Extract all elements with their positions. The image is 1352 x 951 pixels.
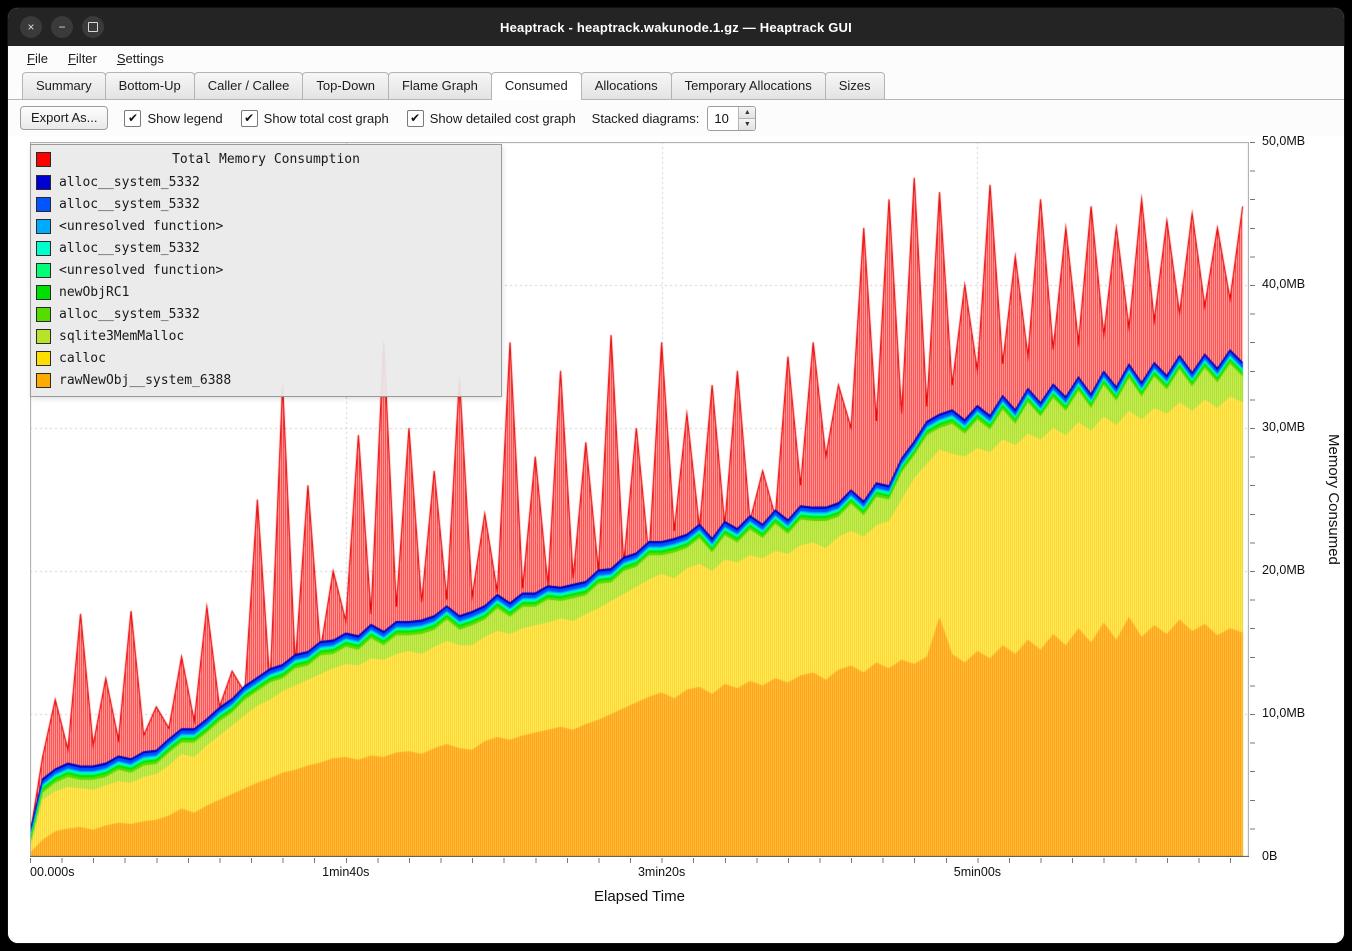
legend-entry-label: <unresolved function>	[59, 263, 223, 278]
menu-settings[interactable]: Settings	[108, 48, 173, 69]
legend-entry-label: newObjRC1	[59, 285, 129, 300]
y-axis-ticks	[1250, 142, 1255, 857]
tab-caller-callee[interactable]: Caller / Callee	[194, 72, 304, 99]
legend-title: Total Memory Consumption	[31, 152, 501, 167]
menu-filter[interactable]: Filter	[59, 48, 106, 69]
legend-color-swatch	[36, 329, 51, 344]
legend-swatch-total	[36, 152, 51, 167]
legend-color-swatch	[36, 373, 51, 388]
maximize-icon	[88, 22, 98, 32]
y-tick-label: 0B	[1262, 849, 1277, 863]
legend-color-swatch	[36, 175, 51, 190]
export-as-button[interactable]: Export As...	[20, 106, 108, 130]
checkbox-label: Show detailed cost graph	[430, 111, 576, 126]
legend-entry: alloc__system_5332	[31, 237, 501, 259]
tab-bar: SummaryBottom-UpCaller / CalleeTop-DownF…	[8, 71, 1344, 100]
checkbox-show-legend[interactable]: ✔ Show legend	[124, 110, 222, 127]
tab-summary[interactable]: Summary	[22, 72, 106, 99]
spinbox-value[interactable]: 10	[708, 107, 738, 130]
chart-legend[interactable]: Total Memory Consumption alloc__system_5…	[30, 144, 502, 397]
checkbox-show-detailed-cost-graph[interactable]: ✔ Show detailed cost graph	[407, 110, 576, 127]
legend-title-row: Total Memory Consumption	[31, 148, 501, 171]
close-icon: ×	[27, 21, 34, 33]
legend-color-swatch	[36, 197, 51, 212]
window-title: Heaptrack - heaptrack.wakunode.1.gz — He…	[8, 20, 1344, 35]
spinbox-buttons: ▲ ▼	[738, 107, 755, 130]
y-tick-label: 20,0MB	[1262, 563, 1305, 577]
toolbar: Export As... ✔ Show legend ✔ Show total cos…	[8, 100, 1344, 136]
x-tick-label: 3min20s	[638, 865, 685, 879]
legend-entry: <unresolved function>	[31, 215, 501, 237]
minimize-icon: −	[58, 21, 65, 33]
toolbar-checkboxes: ✔ Show legend ✔ Show total cost graph ✔ Show …	[124, 110, 575, 127]
legend-entry-label: sqlite3MemMalloc	[59, 329, 184, 344]
x-tick-label: 5min00s	[954, 865, 1001, 879]
window-controls: × −	[8, 16, 104, 38]
x-axis-title: Elapsed Time	[30, 888, 1249, 905]
legend-entry-label: alloc__system_5332	[59, 175, 200, 190]
y-tick-label: 40,0MB	[1262, 277, 1305, 291]
spin-down-button[interactable]: ▼	[739, 118, 755, 130]
legend-entry-label: alloc__system_5332	[59, 241, 200, 256]
legend-entry: alloc__system_5332	[31, 303, 501, 325]
legend-entry-label: <unresolved function>	[59, 219, 223, 234]
checkbox-label: Show legend	[147, 111, 222, 126]
checkmark-icon: ✔	[407, 110, 424, 127]
x-tick-label: 1min40s	[322, 865, 369, 879]
legend-entry-label: rawNewObj__system_6388	[59, 373, 231, 388]
stacked-diagrams-label: Stacked diagrams:	[592, 111, 700, 126]
chart-region: 0B 10,0MB 20,0MB 30,0MB 40,0MB 50,0MB 00.000s…	[8, 136, 1344, 943]
checkbox-show-total-cost-graph[interactable]: ✔ Show total cost graph	[241, 110, 389, 127]
legend-entry: <unresolved function>	[31, 259, 501, 281]
tab-consumed[interactable]: Consumed	[491, 72, 582, 100]
legend-entry: sqlite3MemMalloc	[31, 325, 501, 347]
checkmark-icon: ✔	[124, 110, 141, 127]
tab-flame-graph[interactable]: Flame Graph	[388, 72, 492, 99]
legend-color-swatch	[36, 219, 51, 234]
legend-entry: alloc__system_5332	[31, 193, 501, 215]
legend-entry: calloc	[31, 347, 501, 369]
stacked-diagrams-spinbox[interactable]: 10 ▲ ▼	[707, 106, 756, 131]
legend-entry-label: alloc__system_5332	[59, 197, 200, 212]
legend-color-swatch	[36, 307, 51, 322]
tab-top-down[interactable]: Top-Down	[302, 72, 389, 99]
y-tick-label: 10,0MB	[1262, 706, 1305, 720]
legend-entry: alloc__system_5332	[31, 171, 501, 193]
x-tick-label: 00.000s	[30, 865, 74, 879]
legend-entry: newObjRC1	[31, 281, 501, 303]
checkbox-label: Show total cost graph	[264, 111, 389, 126]
legend-color-swatch	[36, 263, 51, 278]
legend-entry-label: alloc__system_5332	[59, 307, 200, 322]
tab-allocations[interactable]: Allocations	[581, 72, 672, 99]
close-button[interactable]: ×	[20, 16, 42, 38]
y-tick-label: 30,0MB	[1262, 420, 1305, 434]
x-axis-ticks	[30, 858, 1249, 863]
menu-file[interactable]: File	[18, 48, 57, 69]
spin-up-button[interactable]: ▲	[739, 107, 755, 118]
titlebar[interactable]: × − Heaptrack - heaptrack.wakunode.1.gz …	[8, 8, 1344, 46]
legend-color-swatch	[36, 351, 51, 366]
checkmark-icon: ✔	[241, 110, 258, 127]
legend-entry-label: calloc	[59, 351, 106, 366]
tab-bottom-up[interactable]: Bottom-Up	[105, 72, 195, 99]
app-window: × − Heaptrack - heaptrack.wakunode.1.gz …	[8, 8, 1344, 943]
y-tick-label: 50,0MB	[1262, 134, 1305, 148]
y-axis-title: Memory Consumed	[1325, 142, 1342, 857]
menu-bar: FileFilterSettings	[8, 46, 1344, 71]
tab-temporary-allocations[interactable]: Temporary Allocations	[671, 72, 826, 99]
legend-color-swatch	[36, 285, 51, 300]
legend-entry: rawNewObj__system_6388	[31, 369, 501, 391]
legend-color-swatch	[36, 241, 51, 256]
minimize-button[interactable]: −	[51, 16, 73, 38]
maximize-button[interactable]	[82, 16, 104, 38]
tab-sizes[interactable]: Sizes	[825, 72, 885, 99]
